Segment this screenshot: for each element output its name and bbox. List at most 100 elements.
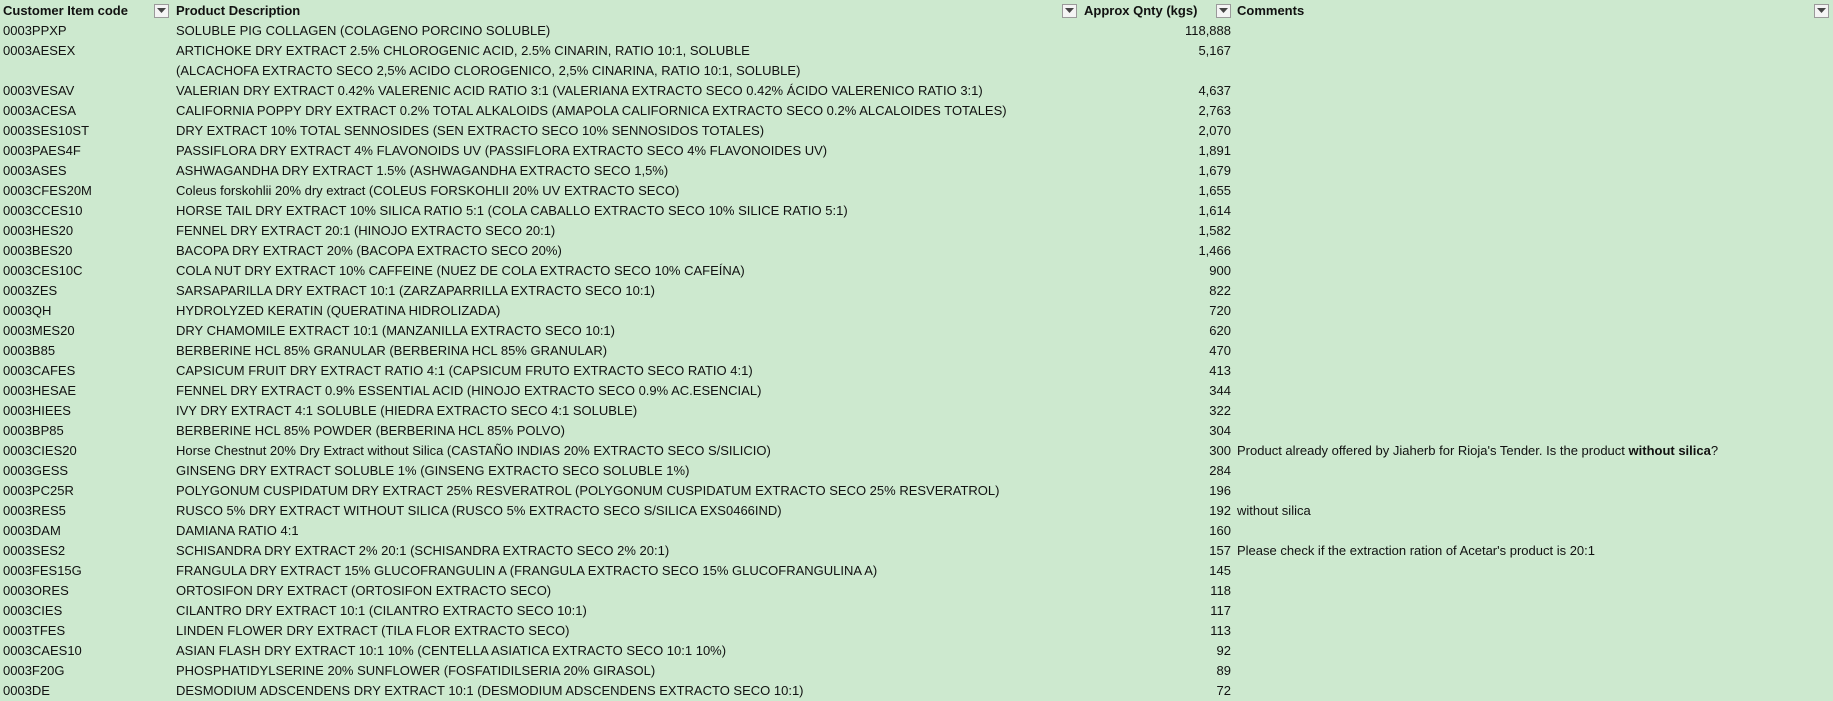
cell-description[interactable]: POLYGONUM CUSPIDATUM DRY EXTRACT 25% RES…	[173, 481, 1081, 501]
cell-description[interactable]: RUSCO 5% DRY EXTRACT WITHOUT SILICA (RUS…	[173, 501, 1081, 521]
cell-comment[interactable]	[1234, 181, 1833, 201]
cell-item-code[interactable]: 0003AESEX	[0, 41, 173, 61]
table-row[interactable]: 0003DAM DAMIANA RATIO 4:1 160	[0, 521, 1833, 541]
table-row[interactable]: 0003SES10ST DRY EXTRACT 10% TOTAL SENNOSI…	[0, 121, 1833, 141]
cell-item-code[interactable]: 0003RES5	[0, 501, 173, 521]
cell-item-code[interactable]: 0003QH	[0, 301, 173, 321]
cell-description[interactable]: BERBERINE HCL 85% POWDER (BERBERINA HCL …	[173, 421, 1081, 441]
table-row[interactable]: (ALCACHOFA EXTRACTO SECO 2,5% ACIDO CLOR…	[0, 61, 1833, 81]
cell-qty[interactable]: 72	[1081, 681, 1234, 701]
cell-description[interactable]: GINSENG DRY EXTRACT SOLUBLE 1% (GINSENG …	[173, 461, 1081, 481]
cell-description[interactable]: ORTOSIFON DRY EXTRACT (ORTOSIFON EXTRACT…	[173, 581, 1081, 601]
table-row[interactable]: 0003F20G PHOSPHATIDYLSERINE 20% SUNFLOWER…	[0, 661, 1833, 681]
cell-description[interactable]: SOLUBLE PIG COLLAGEN (COLAGENO PORCINO S…	[173, 21, 1081, 41]
cell-item-code[interactable]: 0003MES20	[0, 321, 173, 341]
cell-qty[interactable]: 1,614	[1081, 201, 1234, 221]
cell-description[interactable]: FRANGULA DRY EXTRACT 15% GLUCOFRANGULIN …	[173, 561, 1081, 581]
cell-comment[interactable]	[1234, 161, 1833, 181]
table-row[interactable]: 0003DE DESMODIUM ADSCENDENS DRY EXTRACT 1…	[0, 681, 1833, 701]
table-row[interactable]: 0003PAES4F PASSIFLORA DRY EXTRACT 4% FLAV…	[0, 141, 1833, 161]
cell-item-code[interactable]: 0003PC25R	[0, 481, 173, 501]
table-row[interactable]: 0003HESAE FENNEL DRY EXTRACT 0.9% ESSENTI…	[0, 381, 1833, 401]
table-row[interactable]: 0003CAFES CAPSICUM FRUIT DRY EXTRACT RATI…	[0, 361, 1833, 381]
cell-description[interactable]: DRY EXTRACT 10% TOTAL SENNOSIDES (SEN EX…	[173, 121, 1081, 141]
cell-qty[interactable]: 4,637	[1081, 81, 1234, 101]
filter-code-button[interactable]	[154, 4, 169, 18]
cell-description[interactable]: SARSAPARILLA DRY EXTRACT 10:1 (ZARZAPARR…	[173, 281, 1081, 301]
cell-comment[interactable]	[1234, 361, 1833, 381]
cell-comment[interactable]	[1234, 21, 1833, 41]
cell-comment[interactable]: Please check if the extraction ration of…	[1234, 541, 1833, 561]
table-row[interactable]: 0003CIES CILANTRO DRY EXTRACT 10:1 (CILAN…	[0, 601, 1833, 621]
cell-item-code[interactable]: 0003B85	[0, 341, 173, 361]
cell-comment[interactable]	[1234, 261, 1833, 281]
cell-description[interactable]: VALERIAN DRY EXTRACT 0.42% VALERENIC ACI…	[173, 81, 1081, 101]
cell-description[interactable]: SCHISANDRA DRY EXTRACT 2% 20:1 (SCHISAND…	[173, 541, 1081, 561]
cell-description[interactable]: ASHWAGANDHA DRY EXTRACT 1.5% (ASHWAGANDH…	[173, 161, 1081, 181]
cell-comment[interactable]	[1234, 601, 1833, 621]
cell-qty[interactable]: 145	[1081, 561, 1234, 581]
table-row[interactable]: 0003CFES20M Coleus forskohlii 20% dry ext…	[0, 181, 1833, 201]
cell-qty[interactable]: 192	[1081, 501, 1234, 521]
cell-item-code[interactable]: 0003VESAV	[0, 81, 173, 101]
cell-item-code[interactable]: 0003ACESA	[0, 101, 173, 121]
cell-comment[interactable]	[1234, 581, 1833, 601]
filter-desc-button[interactable]	[1062, 4, 1077, 18]
cell-description[interactable]: FENNEL DRY EXTRACT 0.9% ESSENTIAL ACID (…	[173, 381, 1081, 401]
table-row[interactable]: 0003RES5 RUSCO 5% DRY EXTRACT WITHOUT SIL…	[0, 501, 1833, 521]
table-row[interactable]: 0003ASES ASHWAGANDHA DRY EXTRACT 1.5% (AS…	[0, 161, 1833, 181]
cell-qty[interactable]: 196	[1081, 481, 1234, 501]
cell-description[interactable]: Coleus forskohlii 20% dry extract (COLEU…	[173, 181, 1081, 201]
cell-item-code[interactable]: 0003HIEES	[0, 401, 173, 421]
cell-description[interactable]: DESMODIUM ADSCENDENS DRY EXTRACT 10:1 (D…	[173, 681, 1081, 701]
cell-item-code[interactable]: 0003DAM	[0, 521, 173, 541]
cell-comment[interactable]: without silica	[1234, 501, 1833, 521]
cell-qty[interactable]: 304	[1081, 421, 1234, 441]
cell-qty[interactable]: 118	[1081, 581, 1234, 601]
cell-description[interactable]: PHOSPHATIDYLSERINE 20% SUNFLOWER (FOSFAT…	[173, 661, 1081, 681]
cell-item-code[interactable]: 0003SES2	[0, 541, 173, 561]
cell-item-code[interactable]: 0003TFES	[0, 621, 173, 641]
cell-comment[interactable]	[1234, 141, 1833, 161]
cell-qty[interactable]: 413	[1081, 361, 1234, 381]
cell-comment[interactable]	[1234, 561, 1833, 581]
cell-comment[interactable]	[1234, 101, 1833, 121]
cell-comment[interactable]	[1234, 621, 1833, 641]
table-row[interactable]: 0003MES20 DRY CHAMOMILE EXTRACT 10:1 (MAN…	[0, 321, 1833, 341]
filter-qty-button[interactable]	[1216, 4, 1231, 18]
cell-description[interactable]: DAMIANA RATIO 4:1	[173, 521, 1081, 541]
cell-description[interactable]: CAPSICUM FRUIT DRY EXTRACT RATIO 4:1 (CA…	[173, 361, 1081, 381]
table-row[interactable]: 0003SES2 SCHISANDRA DRY EXTRACT 2% 20:1 (…	[0, 541, 1833, 561]
cell-qty[interactable]: 92	[1081, 641, 1234, 661]
cell-item-code[interactable]: 0003CFES20M	[0, 181, 173, 201]
cell-item-code[interactable]: 0003BP85	[0, 421, 173, 441]
cell-description[interactable]: DRY CHAMOMILE EXTRACT 10:1 (MANZANILLA E…	[173, 321, 1081, 341]
cell-item-code[interactable]	[0, 61, 173, 81]
cell-item-code[interactable]: 0003CES10C	[0, 261, 173, 281]
cell-item-code[interactable]: 0003BES20	[0, 241, 173, 261]
cell-description[interactable]: LINDEN FLOWER DRY EXTRACT (TILA FLOR EXT…	[173, 621, 1081, 641]
cell-qty[interactable]: 113	[1081, 621, 1234, 641]
table-row[interactable]: 0003B85 BERBERINE HCL 85% GRANULAR (BERBE…	[0, 341, 1833, 361]
cell-qty[interactable]: 1,655	[1081, 181, 1234, 201]
cell-description[interactable]: CALIFORNIA POPPY DRY EXTRACT 0.2% TOTAL …	[173, 101, 1081, 121]
cell-item-code[interactable]: 0003CIES	[0, 601, 173, 621]
cell-comment[interactable]	[1234, 61, 1833, 81]
table-row[interactable]: 0003ZES SARSAPARILLA DRY EXTRACT 10:1 (ZA…	[0, 281, 1833, 301]
cell-description[interactable]: PASSIFLORA DRY EXTRACT 4% FLAVONOIDS UV …	[173, 141, 1081, 161]
cell-comment[interactable]	[1234, 681, 1833, 701]
table-row[interactable]: 0003CIES20 Horse Chestnut 20% Dry Extract…	[0, 441, 1833, 461]
cell-item-code[interactable]: 0003FES15G	[0, 561, 173, 581]
table-row[interactable]: 0003BP85 BERBERINE HCL 85% POWDER (BERBER…	[0, 421, 1833, 441]
table-row[interactable]: 0003TFES LINDEN FLOWER DRY EXTRACT (TILA …	[0, 621, 1833, 641]
header-product-description[interactable]: Product Description	[173, 1, 1081, 21]
cell-description[interactable]: HYDROLYZED KERATIN (QUERATINA HIDROLIZAD…	[173, 301, 1081, 321]
cell-qty[interactable]: 1,582	[1081, 221, 1234, 241]
cell-description[interactable]: (ALCACHOFA EXTRACTO SECO 2,5% ACIDO CLOR…	[173, 61, 1081, 81]
table-row[interactable]: 0003HIEES IVY DRY EXTRACT 4:1 SOLUBLE (HI…	[0, 401, 1833, 421]
cell-comment[interactable]	[1234, 461, 1833, 481]
cell-qty[interactable]: 2,763	[1081, 101, 1234, 121]
cell-qty[interactable]: 157	[1081, 541, 1234, 561]
header-approx-qnty[interactable]: Approx Qnty (kgs)	[1081, 1, 1234, 21]
cell-qty[interactable]: 470	[1081, 341, 1234, 361]
